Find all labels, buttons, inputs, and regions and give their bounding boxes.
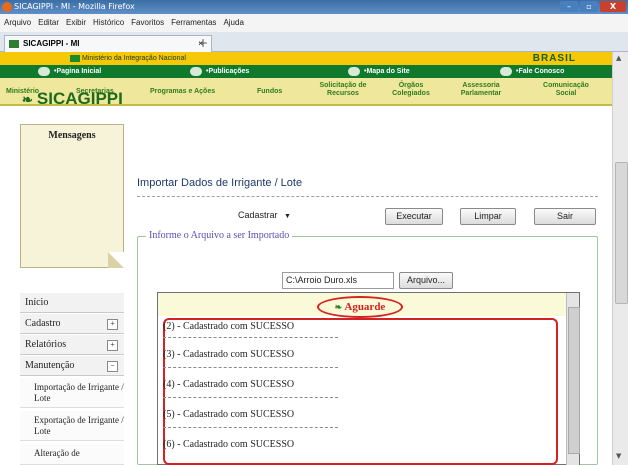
collapse-icon[interactable]: − [107,361,118,372]
gov-banner-top: Ministério da Integração Nacional BRASIL [0,52,612,65]
menu-arquivo[interactable]: Arquivo [4,14,31,32]
execute-button[interactable]: Executar [385,208,443,225]
nav-programas[interactable]: Programas e Ações [150,88,215,96]
publicacoes-link[interactable]: •Publicações [190,65,249,78]
expand-icon[interactable]: + [107,340,118,351]
page-curl-decoration [108,252,124,268]
result-row: (6) - Cadastrado com SUCESSO [163,439,295,450]
fale-conosco-link[interactable]: •Fale Conosco [500,65,564,78]
nav-comunicacao[interactable]: Comunicação Social [532,82,600,98]
firefox-icon [2,2,12,12]
action-select-value: Cadastrar [238,210,278,220]
loading-icon: ❧ [334,302,343,312]
row-divider [163,367,338,368]
sidebar-item-label: Relatórios [25,339,67,350]
page-title: Importar Dados de Irrigante / Lote [137,177,303,189]
ministry-name[interactable]: Ministério da Integração Nacional [82,55,186,62]
home-icon [38,66,50,76]
sidebar-item-manutencao[interactable]: Manutenção − [20,356,124,376]
menu-historico[interactable]: Histórico [93,14,124,32]
scroll-up-icon[interactable]: ▲ [616,54,621,62]
result-row: (2) - Cadastrado com SUCESSO [163,321,295,332]
sidebar-item-relatorios[interactable]: Relatórios + [20,335,124,355]
page-scroll-thumb[interactable] [615,162,628,304]
browser-tab[interactable]: SICAGIPPI - MI × [4,35,212,53]
maximize-button[interactable]: ▫ [580,1,598,12]
minimize-button[interactable]: – [560,1,578,12]
nav-fundos[interactable]: Fundos [257,88,282,96]
exit-button[interactable]: Sair [534,208,596,225]
favicon-icon [9,40,19,48]
brazil-flag-icon [70,55,80,62]
clear-button[interactable]: Limpar [460,208,516,225]
window-title-bar: SICAGIPPI - MI - Mozilla Firefox – ▫ X [0,0,628,14]
sidebar-item-label: Cadastro [25,318,61,329]
sidebar-item-label: Manutenção [25,360,75,371]
sidebar-item-cadastro[interactable]: Cadastro + [20,314,124,334]
app-logo-text: SICAGIPPI [36,89,123,108]
result-row: (4) - Cadastrado com SUCESSO [163,379,295,390]
sidebar-item-label: Início [25,297,49,308]
mapa-do-site-link[interactable]: •Mapa do Site [348,65,410,78]
sitemap-icon [348,66,360,76]
mail-icon [500,66,512,76]
browse-file-button[interactable]: Arquivo... [399,272,453,289]
pagina-inicial-label: •Pagina Inicial [54,68,102,75]
sidebar-subitem-exportacao[interactable]: Exportação de Irrigante / Lote [20,411,124,441]
file-path-field[interactable]: C:\Arroio Duro.xls [282,272,394,289]
result-row: (3) - Cadastrado com SUCESSO [163,349,295,360]
fale-conosco-label: •Fale Conosco [516,68,565,75]
menu-favoritos[interactable]: Favoritos [131,14,164,32]
close-window-button[interactable]: X [600,1,626,12]
results-scrollbar[interactable] [566,293,580,465]
new-tab-button[interactable]: + [198,37,208,49]
messages-title: Mensagens [48,130,96,141]
leaf-logo-icon: ❧ [22,92,33,107]
result-row: (5) - Cadastrado com SUCESSO [163,409,295,420]
page-scrollbar[interactable]: ▲ ▼ [612,52,628,465]
chevron-down-icon: ▼ [284,213,291,220]
expand-icon[interactable]: + [107,319,118,330]
row-divider [163,337,338,338]
nav-orgaos[interactable]: Órgãos Colegiados [386,82,436,98]
scroll-down-icon[interactable]: ▼ [616,452,621,460]
nav-assessoria[interactable]: Assessoria Parlamentar [448,82,514,98]
menu-editar[interactable]: Editar [38,14,59,32]
window-title: SICAGIPPI - MI - Mozilla Firefox [14,2,135,11]
fieldset-legend: Informe o Arquivo a ser Importado [146,230,293,241]
menu-bar: Arquivo Editar Exibir Histórico Favorito… [0,14,628,32]
status-indicator: ❧ Aguarde [317,296,403,318]
row-divider [163,397,338,398]
nav-solicitacao[interactable]: Solicitação de Recursos [313,82,373,98]
publicacoes-label: •Publicações [206,68,250,75]
app-logo: ❧ SICAGIPPI [22,89,123,109]
menu-ajuda[interactable]: Ajuda [223,14,243,32]
row-divider [163,427,338,428]
action-select[interactable]: Cadastrar ▼ [238,210,291,220]
brasil-logo[interactable]: BRASIL [533,52,576,65]
book-icon [190,66,202,76]
sidebar-menu: Início Cadastro + Relatórios + Manutençã… [20,293,124,465]
status-text: Aguarde [344,301,386,313]
menu-ferramentas[interactable]: Ferramentas [171,14,216,32]
sidebar-subitem-importacao[interactable]: Importação de Irrigante / Lote [20,378,124,408]
tab-bar: SICAGIPPI - MI × + [0,32,628,53]
pagina-inicial-link[interactable]: •Pagina Inicial [38,65,101,78]
results-scroll-thumb[interactable] [568,307,580,454]
sidebar-item-inicio[interactable]: Início [20,293,124,313]
menu-exibir[interactable]: Exibir [66,14,86,32]
title-divider [137,196,598,197]
gov-banner-links: •Pagina Inicial •Publicações •Mapa do Si… [0,65,612,78]
mapa-do-site-label: •Mapa do Site [364,68,410,75]
sidebar-subitem-alteracao[interactable]: Alteração de [20,444,124,465]
tab-label: SICAGIPPI - MI [23,39,80,48]
messages-panel: Mensagens [20,124,124,268]
